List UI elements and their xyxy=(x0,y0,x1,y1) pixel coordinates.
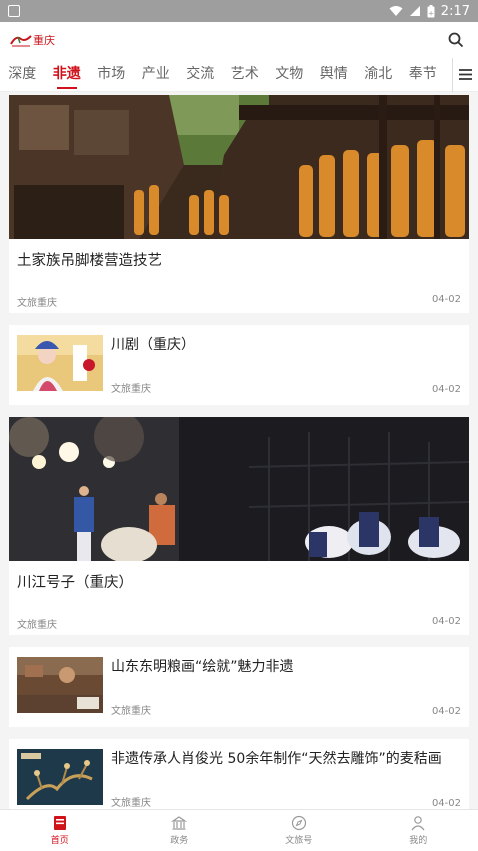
status-bar: + 2:17 xyxy=(0,0,478,22)
news-image-stilt-house xyxy=(9,95,469,239)
compass-icon xyxy=(291,815,306,831)
news-image-river-chant xyxy=(9,417,469,561)
news-thumbnail-sichuan-opera xyxy=(17,335,103,391)
search-icon xyxy=(448,32,464,48)
news-feed: 土家族吊脚楼营造技艺 文旅重庆 04-02 川剧（重庆） 文旅重庆 04-02 xyxy=(0,92,478,809)
news-thumbnail-straw-painting xyxy=(17,749,103,805)
news-card[interactable]: 川剧（重庆） 文旅重庆 04-02 xyxy=(9,325,469,405)
nav-wenlvhao-label: 文旅号 xyxy=(285,836,313,846)
home-icon xyxy=(53,816,66,830)
nav-government[interactable]: 政务 xyxy=(120,810,240,851)
nav-government-label: 政务 xyxy=(170,836,189,846)
tab-shichang[interactable]: 市场 xyxy=(89,58,134,92)
menu-icon xyxy=(459,69,472,80)
user-icon xyxy=(411,816,425,831)
news-card[interactable]: 川江号子（重庆） 文旅重庆 04-02 xyxy=(9,417,469,635)
category-tabs: 深度 非遗 市场 产业 交流 艺术 文物 舆情 渝北 奉节 xyxy=(0,57,478,92)
tab-yishu[interactable]: 艺术 xyxy=(223,58,268,92)
news-title: 山东东明粮画“绘就”魅力非遗 xyxy=(111,659,294,675)
news-date: 04-02 xyxy=(431,384,461,395)
search-button[interactable] xyxy=(444,28,468,52)
news-card[interactable]: 山东东明粮画“绘就”魅力非遗 文旅重庆 04-02 xyxy=(9,647,469,727)
notification-icon xyxy=(8,5,20,17)
news-date: 04-02 xyxy=(431,294,461,305)
logo-text: 重庆 xyxy=(33,34,55,47)
nav-wenlvhao[interactable]: 文旅号 xyxy=(239,810,359,851)
svg-text:+: + xyxy=(428,9,434,17)
nav-profile-label: 我的 xyxy=(409,836,428,846)
tab-feiyi[interactable]: 非遗 xyxy=(45,58,90,92)
news-card[interactable]: 土家族吊脚楼营造技艺 文旅重庆 04-02 xyxy=(9,95,469,313)
tab-yubei[interactable]: 渝北 xyxy=(356,58,401,92)
bottom-navigation: 首页 政务 文旅号 我的 xyxy=(0,809,478,851)
news-date: 04-02 xyxy=(431,616,461,627)
government-icon xyxy=(171,816,188,830)
tab-shendu[interactable]: 深度 xyxy=(0,58,45,92)
app-header: 重庆 xyxy=(0,22,478,58)
news-card[interactable]: 非遗传承人肖俊光 50余年制作“天然去雕饰”的麦秸画 文旅重庆 04-02 xyxy=(9,739,469,809)
tab-fengjie[interactable]: 奉节 xyxy=(401,58,446,92)
news-source: 文旅重庆 xyxy=(111,706,151,717)
status-time: 2:17 xyxy=(440,3,470,19)
nav-home-label: 首页 xyxy=(50,836,69,846)
nav-home[interactable]: 首页 xyxy=(0,810,120,851)
news-source: 文旅重庆 xyxy=(111,798,151,809)
news-date: 04-02 xyxy=(431,798,461,809)
news-title: 川剧（重庆） xyxy=(111,337,195,353)
news-source: 文旅重庆 xyxy=(17,298,57,309)
nav-profile[interactable]: 我的 xyxy=(359,810,478,851)
news-source: 文旅重庆 xyxy=(17,620,57,631)
news-title: 土家族吊脚楼营造技艺 xyxy=(17,253,162,269)
app-logo: 重庆 xyxy=(10,32,444,48)
logo-mark-icon xyxy=(10,35,32,47)
news-thumbnail-grain-painting xyxy=(17,657,103,713)
tab-jiaoliu[interactable]: 交流 xyxy=(178,58,223,92)
battery-icon: + xyxy=(427,4,435,17)
tab-menu-button[interactable] xyxy=(452,57,478,92)
tab-yuqing[interactable]: 舆情 xyxy=(312,58,357,92)
news-source: 文旅重庆 xyxy=(111,384,151,395)
news-title: 非遗传承人肖俊光 50余年制作“天然去雕饰”的麦秸画 xyxy=(111,751,442,767)
signal-icon xyxy=(409,6,420,16)
tab-wenwu[interactable]: 文物 xyxy=(267,58,312,92)
tab-chanye[interactable]: 产业 xyxy=(134,58,179,92)
wifi-icon xyxy=(389,6,403,16)
news-date: 04-02 xyxy=(431,706,461,717)
news-title: 川江号子（重庆） xyxy=(17,575,133,591)
